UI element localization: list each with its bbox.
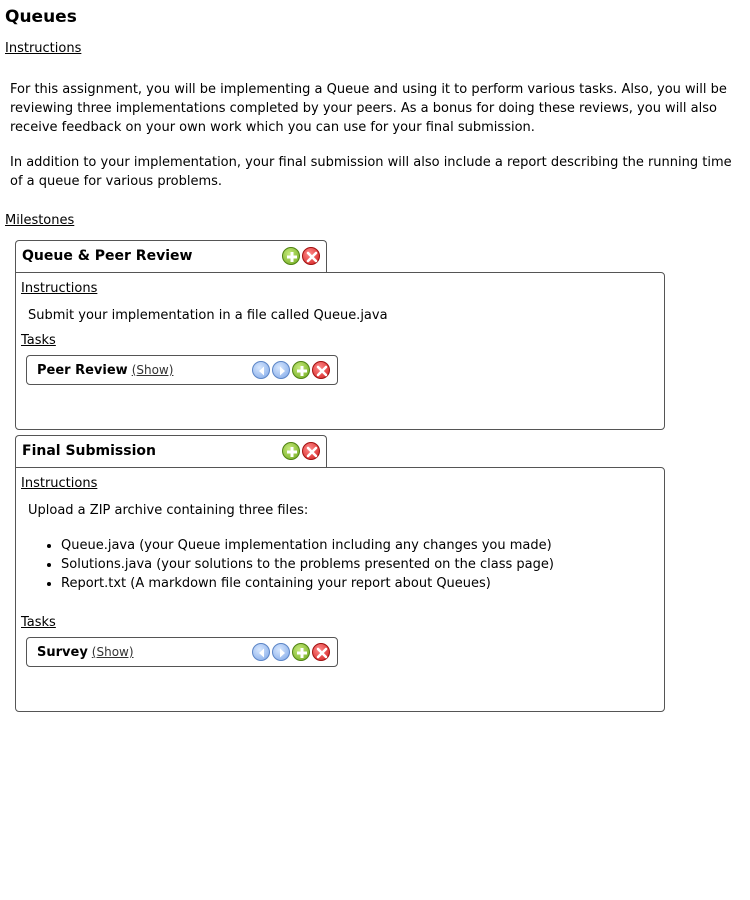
task-name: Survey — [37, 645, 88, 660]
page-title: Queues — [5, 7, 77, 27]
add-icon[interactable] — [292, 361, 310, 379]
instructions-paragraph-2: In addition to your implementation, your… — [10, 155, 732, 189]
task-peer-review: Peer Review (Show) — [26, 355, 338, 385]
delete-icon[interactable] — [302, 247, 320, 265]
milestone-header: Queue & Peer Review — [15, 240, 327, 272]
arrow-left-icon[interactable] — [252, 643, 270, 661]
milestone-header: Final Submission — [15, 435, 327, 467]
delete-icon[interactable] — [312, 643, 330, 661]
milestone-instructions-text: Upload a ZIP archive containing three fi… — [28, 503, 309, 518]
list-item: Solutions.java (your solutions to the pr… — [61, 555, 656, 574]
milestones-label: Milestones — [5, 213, 75, 228]
add-icon[interactable] — [282, 247, 300, 265]
list-item: Report.txt (A markdown file containing y… — [61, 574, 656, 593]
arrow-left-icon[interactable] — [252, 361, 270, 379]
task-survey: Survey (Show) — [26, 637, 338, 667]
milestone-title: Queue & Peer Review — [22, 248, 193, 264]
task-name-wrap: Peer Review (Show) — [37, 363, 173, 378]
task-name-wrap: Survey (Show) — [37, 645, 134, 660]
milestone-body: Instructions Upload a ZIP archive contai… — [15, 467, 665, 712]
arrow-right-icon[interactable] — [272, 361, 290, 379]
instructions-paragraph-1: For this assignment, you will be impleme… — [10, 82, 727, 135]
show-link[interactable]: (Show) — [92, 645, 134, 659]
delete-icon[interactable] — [302, 442, 320, 460]
add-icon[interactable] — [282, 442, 300, 460]
instructions-label: Instructions — [5, 41, 82, 56]
milestone-tasks-label: Tasks — [21, 615, 56, 630]
milestone-instructions-label: Instructions — [21, 476, 98, 491]
arrow-right-icon[interactable] — [272, 643, 290, 661]
milestone-instructions-label: Instructions — [21, 281, 98, 296]
delete-icon[interactable] — [312, 361, 330, 379]
milestone-instructions-text: Submit your implementation in a file cal… — [28, 308, 388, 323]
milestone-tasks-label: Tasks — [21, 333, 56, 348]
list-item: Queue.java (your Queue implementation in… — [61, 536, 656, 555]
milestone-title: Final Submission — [22, 443, 156, 459]
task-name: Peer Review — [37, 363, 128, 378]
file-list: Queue.java (your Queue implementation in… — [16, 536, 656, 593]
add-icon[interactable] — [292, 643, 310, 661]
file-list-container: Queue.java (your Queue implementation in… — [16, 536, 656, 593]
show-link[interactable]: (Show) — [132, 363, 174, 377]
milestone-body: Instructions Submit your implementation … — [15, 272, 665, 430]
